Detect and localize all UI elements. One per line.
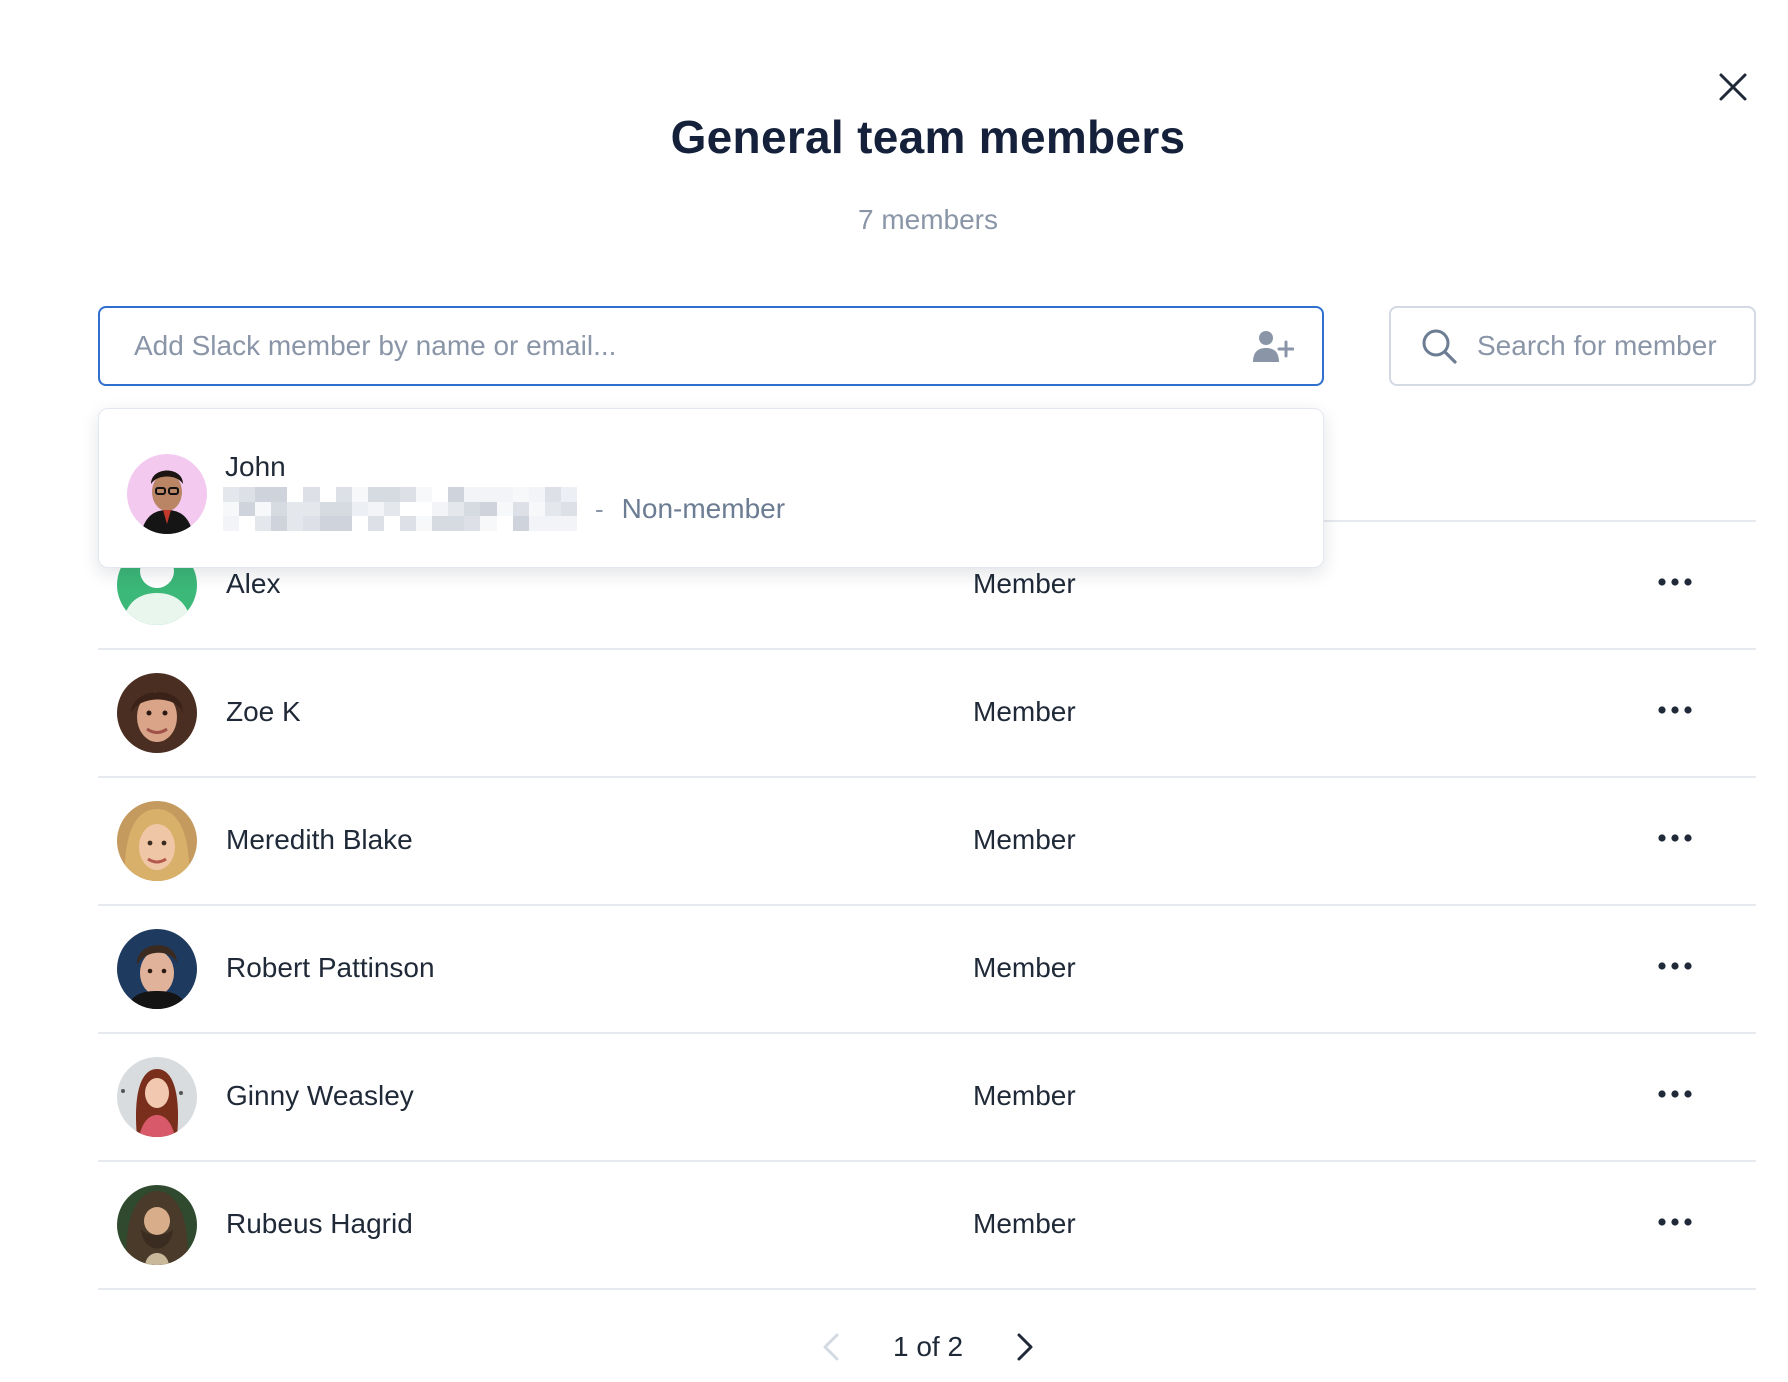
member-count: 7 members bbox=[857, 204, 999, 235]
member-name: Rubeus Hagrid bbox=[226, 1208, 413, 1239]
member-name: Zoe K bbox=[226, 696, 301, 727]
more-horizontal-icon bbox=[1658, 962, 1692, 970]
member-more-button[interactable] bbox=[1650, 946, 1700, 986]
more-horizontal-icon bbox=[1658, 1218, 1692, 1226]
member-row: Robert Pattinson Member bbox=[98, 906, 1756, 1034]
close-button[interactable] bbox=[1710, 64, 1756, 110]
pagination: 1 of 2 bbox=[0, 1322, 1788, 1372]
search-icon bbox=[1419, 326, 1459, 366]
member-name: Robert Pattinson bbox=[226, 952, 435, 983]
member-name: Ginny Weasley bbox=[226, 1080, 414, 1111]
chevron-left-icon bbox=[823, 1333, 839, 1361]
photo-avatar-icon bbox=[117, 929, 197, 1009]
photo-avatar-icon bbox=[117, 673, 197, 753]
member-avatar bbox=[117, 929, 197, 1009]
photo-avatar-icon bbox=[117, 1185, 197, 1265]
member-row: Zoe K Member bbox=[98, 650, 1756, 778]
suggestion-avatar bbox=[127, 454, 207, 534]
team-members-modal: General team members 7 members Add Slack… bbox=[0, 0, 1788, 1382]
member-role: Member bbox=[973, 568, 1076, 599]
member-more-button[interactable] bbox=[1650, 818, 1700, 858]
member-list: Alex Member Zoe K Member Meredith Blake … bbox=[98, 522, 1756, 1290]
photo-avatar-icon bbox=[117, 1057, 197, 1137]
member-role: Member bbox=[973, 824, 1076, 855]
member-more-button[interactable] bbox=[1650, 562, 1700, 602]
member-role: Member bbox=[973, 696, 1076, 727]
prev-page-button[interactable] bbox=[811, 1324, 851, 1370]
add-member-suggestions: John - Non-member bbox=[98, 408, 1324, 568]
member-role: Member bbox=[973, 1208, 1076, 1239]
photo-avatar-icon bbox=[127, 454, 207, 534]
member-more-button[interactable] bbox=[1650, 1202, 1700, 1242]
more-horizontal-icon bbox=[1658, 578, 1692, 586]
add-member-input[interactable] bbox=[132, 315, 1216, 377]
page-indicator: 1 of 2 bbox=[892, 1331, 964, 1362]
modal-title: General team members bbox=[670, 111, 1186, 163]
add-member-field bbox=[98, 306, 1324, 386]
next-page-button[interactable] bbox=[1005, 1324, 1045, 1370]
search-member-field bbox=[1389, 306, 1756, 386]
member-avatar bbox=[117, 1185, 197, 1265]
chevron-right-icon bbox=[1017, 1333, 1033, 1361]
member-more-button[interactable] bbox=[1650, 1074, 1700, 1114]
redacted-email bbox=[223, 487, 577, 531]
member-more-button[interactable] bbox=[1650, 690, 1700, 730]
member-row: Rubeus Hagrid Member bbox=[98, 1162, 1756, 1290]
suggestion-name: John bbox=[225, 451, 286, 482]
more-horizontal-icon bbox=[1658, 834, 1692, 842]
add-user-button[interactable] bbox=[1250, 326, 1296, 366]
member-row: Ginny Weasley Member bbox=[98, 1034, 1756, 1162]
member-avatar bbox=[117, 1057, 197, 1137]
member-name: Meredith Blake bbox=[226, 824, 413, 855]
close-icon bbox=[1719, 73, 1747, 101]
photo-avatar-icon bbox=[117, 801, 197, 881]
suggestion-status: Non-member bbox=[621, 493, 786, 524]
add-user-icon bbox=[1253, 331, 1294, 362]
member-name: Alex bbox=[226, 568, 281, 599]
suggestion-separator: - bbox=[595, 493, 604, 524]
member-avatar bbox=[117, 801, 197, 881]
member-role: Member bbox=[973, 952, 1076, 983]
more-horizontal-icon bbox=[1658, 706, 1692, 714]
search-member-input[interactable] bbox=[1475, 329, 1739, 363]
member-row: Meredith Blake Member bbox=[98, 778, 1756, 906]
suggestion-meta: - Non-member bbox=[223, 487, 785, 531]
suggestion-item[interactable]: John - Non-member bbox=[99, 409, 1323, 567]
more-horizontal-icon bbox=[1658, 1090, 1692, 1098]
member-avatar bbox=[117, 673, 197, 753]
member-role: Member bbox=[973, 1080, 1076, 1111]
